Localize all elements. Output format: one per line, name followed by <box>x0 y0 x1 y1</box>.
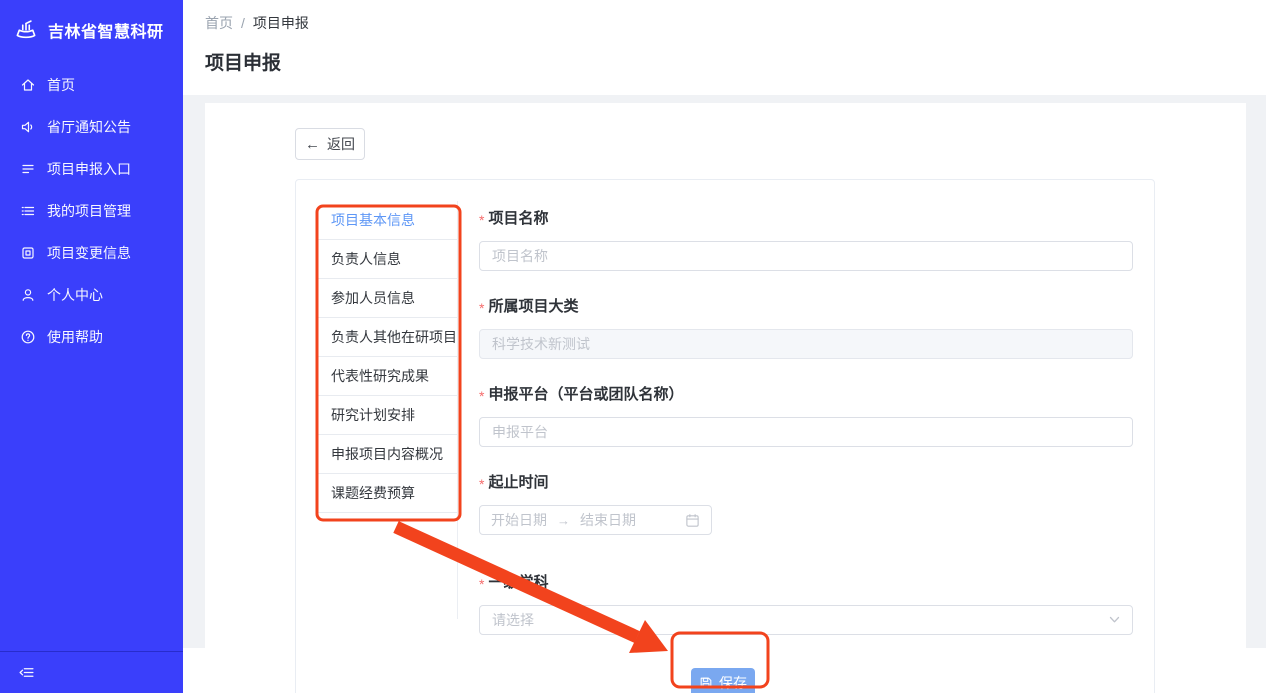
form-tab-nav: 项目基本信息 负责人信息 参加人员信息 负责人其他在研项目 代表性研究成果 研究… <box>318 201 458 619</box>
field-label: * 一级学科 <box>479 571 1133 592</box>
date-range-picker[interactable]: 开始日期 → 结束日期 <box>479 505 712 535</box>
project-form: * 项目名称 * 所属项目大类 * <box>479 207 1133 693</box>
tab-budget[interactable]: 课题经费预算 <box>318 474 457 513</box>
field-label-text: 所属项目大类 <box>488 295 578 316</box>
field-label: * 项目名称 <box>479 207 1133 228</box>
app-logo-icon <box>13 17 39 43</box>
main-area: 首页 / 项目申报 项目申报 ← 返回 项目基本信息 负责人信息 参加人员信息 … <box>183 0 1266 693</box>
platform-input[interactable] <box>479 417 1133 447</box>
project-category-input <box>479 329 1133 359</box>
app-root: 吉林省智慧科研 首页 省厅通知公告 <box>0 0 1266 693</box>
tab-leader-other-projects[interactable]: 负责人其他在研项目 <box>318 318 457 357</box>
field-label-text: 项目名称 <box>488 207 548 228</box>
sidebar-item-label: 项目变更信息 <box>47 243 131 263</box>
tab-leader-info[interactable]: 负责人信息 <box>318 240 457 279</box>
sidebar-item-label: 首页 <box>47 75 75 95</box>
field-platform: * 申报平台（平台或团队名称） <box>479 383 1133 447</box>
tab-research-plan[interactable]: 研究计划安排 <box>318 396 457 435</box>
save-button-label: 保存 <box>719 673 747 693</box>
field-label-text: 一级学科 <box>488 571 548 592</box>
project-change-icon <box>20 245 36 261</box>
field-duration: * 起止时间 开始日期 → 结束日期 <box>479 471 1133 535</box>
sidebar-item-help[interactable]: 使用帮助 <box>0 316 183 358</box>
announcement-icon <box>20 119 36 135</box>
required-marker: * <box>479 212 484 228</box>
back-arrow-icon: ← <box>305 137 320 152</box>
required-marker: * <box>479 300 484 316</box>
form-card: 项目基本信息 负责人信息 参加人员信息 负责人其他在研项目 代表性研究成果 研究… <box>295 179 1155 693</box>
my-projects-icon <box>20 203 36 219</box>
sidebar-item-label: 省厅通知公告 <box>47 117 131 137</box>
content-panel: ← 返回 项目基本信息 负责人信息 参加人员信息 负责人其他在研项目 代表性研究… <box>205 103 1246 693</box>
sidebar: 吉林省智慧科研 首页 省厅通知公告 <box>0 0 183 693</box>
tab-participants-info[interactable]: 参加人员信息 <box>318 279 457 318</box>
save-icon <box>699 676 713 690</box>
breadcrumb-separator: / <box>241 15 245 31</box>
sidebar-item-label: 项目申报入口 <box>47 159 131 179</box>
breadcrumb-current: 项目申报 <box>253 13 309 33</box>
sidebar-collapse-toggle[interactable] <box>0 651 183 693</box>
project-name-input[interactable] <box>479 241 1133 271</box>
sidebar-item-home[interactable]: 首页 <box>0 64 183 106</box>
breadcrumb: 首页 / 项目申报 <box>205 13 1266 33</box>
back-button[interactable]: ← 返回 <box>295 128 365 160</box>
sidebar-item-announcements[interactable]: 省厅通知公告 <box>0 106 183 148</box>
back-button-label: 返回 <box>327 134 355 154</box>
sidebar-item-project-change[interactable]: 项目变更信息 <box>0 232 183 274</box>
field-project-name: * 项目名称 <box>479 207 1133 271</box>
app-logo-text: 吉林省智慧科研 <box>48 18 164 42</box>
end-date-placeholder: 结束日期 <box>580 510 636 530</box>
tab-basic-info[interactable]: 项目基本信息 <box>318 201 457 240</box>
field-label: * 申报平台（平台或团队名称） <box>479 383 1133 404</box>
start-date-placeholder: 开始日期 <box>491 510 547 530</box>
calendar-icon <box>685 513 700 528</box>
required-marker: * <box>479 388 484 404</box>
form-actions: 保存 <box>479 668 1133 693</box>
sidebar-item-my-projects[interactable]: 我的项目管理 <box>0 190 183 232</box>
range-separator-icon: → <box>557 513 570 528</box>
field-label-text: 起止时间 <box>488 471 548 492</box>
tab-project-overview[interactable]: 申报项目内容概况 <box>318 435 457 474</box>
field-discipline: * 一级学科 请选择 <box>479 571 1133 635</box>
discipline-select[interactable]: 请选择 <box>479 605 1133 635</box>
sidebar-item-label: 使用帮助 <box>47 327 103 347</box>
page-header: 首页 / 项目申报 项目申报 <box>183 0 1266 75</box>
required-marker: * <box>479 576 484 592</box>
sidebar-item-apply-entry[interactable]: 项目申报入口 <box>0 148 183 190</box>
app-logo: 吉林省智慧科研 <box>0 0 183 43</box>
page-title: 项目申报 <box>205 48 1266 75</box>
sidebar-item-label: 个人中心 <box>47 285 103 305</box>
field-project-category: * 所属项目大类 <box>479 295 1133 359</box>
home-icon <box>20 77 36 93</box>
required-marker: * <box>479 476 484 492</box>
breadcrumb-home[interactable]: 首页 <box>205 13 233 33</box>
tab-representative-achievements[interactable]: 代表性研究成果 <box>318 357 457 396</box>
field-label: * 起止时间 <box>479 471 1133 492</box>
user-icon <box>20 287 36 303</box>
sidebar-item-label: 我的项目管理 <box>47 201 131 221</box>
help-icon <box>20 329 36 345</box>
chevron-down-icon <box>1109 616 1120 624</box>
field-label: * 所属项目大类 <box>479 295 1133 316</box>
select-placeholder: 请选择 <box>492 610 534 630</box>
field-label-text: 申报平台（平台或团队名称） <box>488 383 683 404</box>
sidebar-item-profile[interactable]: 个人中心 <box>0 274 183 316</box>
apply-entry-icon <box>20 161 36 177</box>
collapse-menu-icon <box>18 664 35 681</box>
sidebar-menu: 首页 省厅通知公告 项目申报入口 <box>0 64 183 358</box>
save-button[interactable]: 保存 <box>691 668 755 693</box>
